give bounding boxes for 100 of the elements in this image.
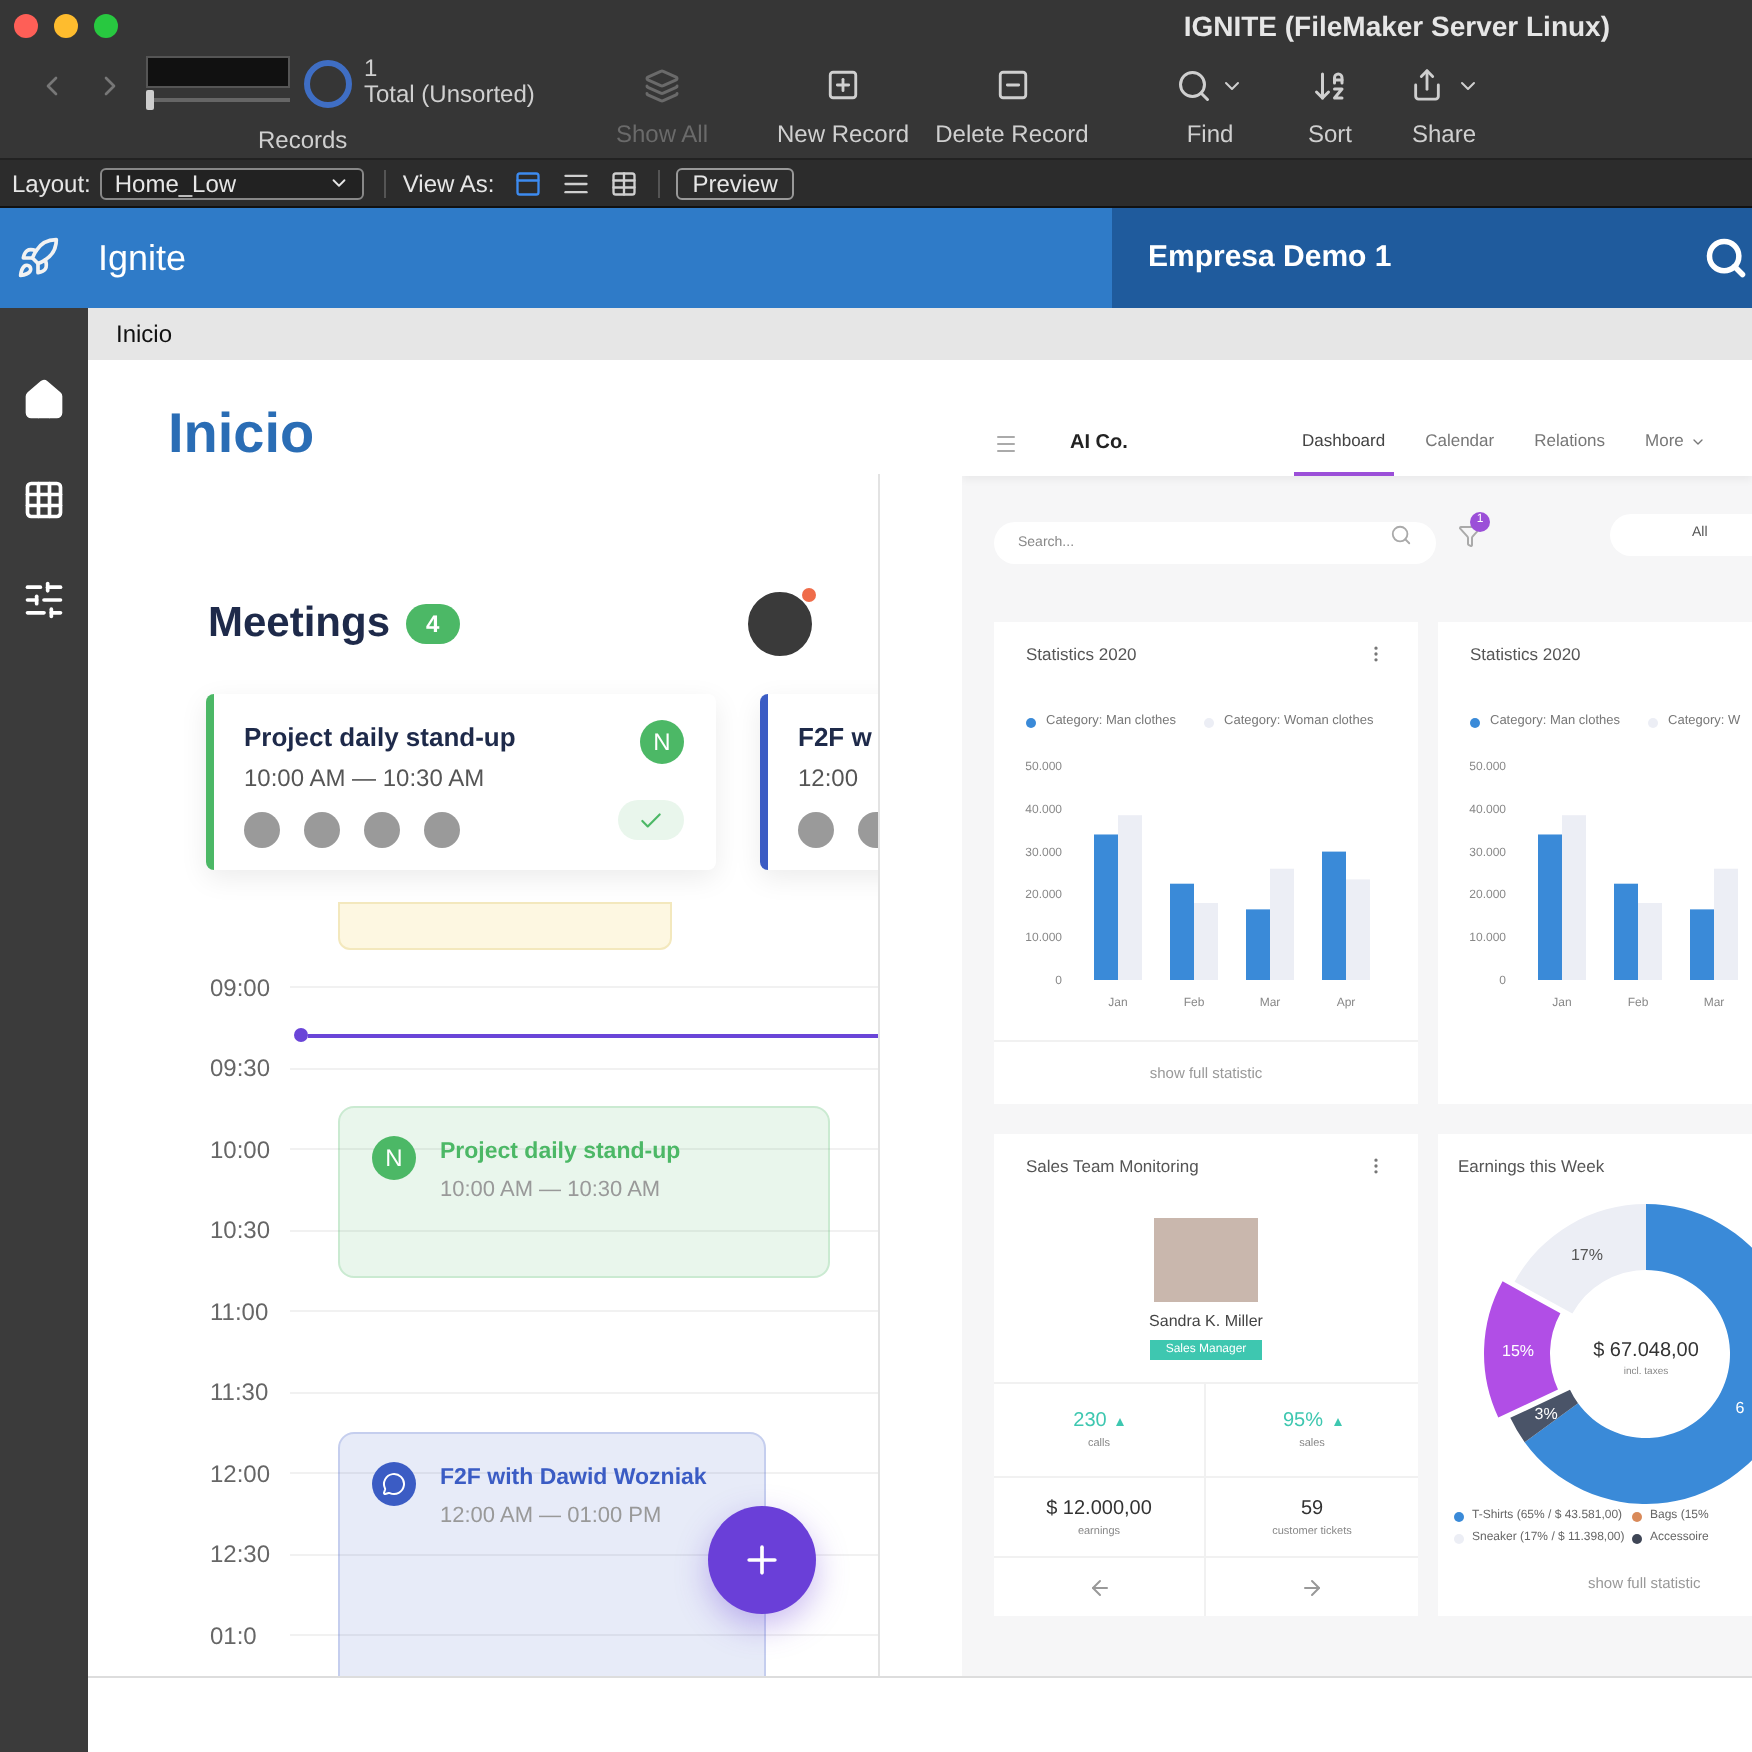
- hour-label: 11:30: [208, 1376, 271, 1411]
- up-triangle-icon: [1116, 1417, 1125, 1426]
- stat-value: 59: [1300, 1495, 1324, 1524]
- hour-label: 01:0: [208, 1619, 259, 1654]
- plus-square-icon: [826, 68, 860, 102]
- toolbar-button[interactable]: Find: [1130, 52, 1290, 158]
- bar: [1170, 883, 1194, 980]
- count-badge: 4: [406, 604, 460, 644]
- meeting-title: Project daily stand-up: [244, 720, 516, 756]
- card-title: Statistics 2020: [1026, 641, 1137, 667]
- window-title: IGNITE (FileMaker Server Linux): [1183, 7, 1610, 46]
- event-title: Project daily stand-up: [440, 1137, 681, 1167]
- grid-icon[interactable]: [22, 478, 66, 522]
- search-icon[interactable]: [1704, 236, 1748, 280]
- attendee-avatar: [364, 811, 400, 847]
- share-icon: [1409, 68, 1443, 102]
- hour-label: 11:00: [208, 1295, 271, 1330]
- layers-icon: [644, 68, 680, 104]
- slice-label: 17%: [1570, 1246, 1603, 1265]
- attendee-avatar: [424, 811, 460, 847]
- layout-dropdown[interactable]: Home_Low: [100, 167, 365, 199]
- slice-label: 15%: [1502, 1342, 1535, 1360]
- view-as-label: View As:: [402, 167, 495, 201]
- slice-label: 6: [1735, 1398, 1745, 1417]
- nav-tab[interactable]: Relations: [1526, 410, 1614, 476]
- nav-tab[interactable]: More: [1637, 410, 1714, 476]
- toolbar-button[interactable]: New Record: [752, 52, 934, 158]
- stat-value: 95%: [1282, 1408, 1323, 1437]
- person-name: Sandra K. Miller: [1149, 1310, 1263, 1334]
- brand-name: AI Co.: [1070, 430, 1130, 458]
- card-title: Statistics 2020: [1470, 641, 1581, 667]
- event-time: 12:00 AM — 01:00 PM: [440, 1501, 664, 1532]
- meeting-card[interactable]: F2F w 12:00: [760, 694, 878, 869]
- slice-label: 3%: [1534, 1405, 1558, 1424]
- sort-icon: [1312, 68, 1348, 104]
- search-icon: [1176, 68, 1212, 104]
- total-amount: $ 67.048,00: [1593, 1340, 1699, 1362]
- app-name: Ignite: [98, 235, 187, 282]
- minus-square-icon: [995, 68, 1029, 102]
- card-title: Earnings this Week: [1458, 1153, 1605, 1179]
- event-title: F2F with Dawid Wozniak: [440, 1463, 707, 1493]
- filter-icon[interactable]: [1458, 523, 1482, 547]
- hour-label: 10:00: [208, 1133, 273, 1168]
- hour-label: 09:00: [208, 971, 273, 1006]
- bar: [1346, 879, 1370, 980]
- toolbar-label: Records: [258, 124, 350, 158]
- company-name: Empresa Demo 1: [1148, 237, 1392, 278]
- event-time: 10:00 AM — 10:30 AM: [440, 1175, 663, 1206]
- hour-label: 09:30: [208, 1052, 273, 1087]
- rocket-icon: [16, 236, 60, 280]
- table-view-icon[interactable]: [610, 169, 639, 197]
- home-icon[interactable]: [22, 378, 66, 422]
- stat-value: 230: [1073, 1408, 1107, 1437]
- record-number-field[interactable]: [146, 56, 290, 88]
- add-button[interactable]: [708, 1505, 816, 1613]
- form-view-icon[interactable]: [514, 169, 543, 197]
- bar: [1322, 851, 1346, 980]
- page-title: Inicio: [168, 400, 317, 468]
- initial-badge: N: [372, 1135, 416, 1179]
- window-control[interactable]: [54, 14, 78, 38]
- meeting-time: 12:00: [798, 761, 861, 795]
- photo-placeholder: [1154, 1218, 1258, 1302]
- preview-button[interactable]: Preview: [676, 167, 794, 199]
- arrow-left-icon[interactable]: [1087, 1575, 1111, 1599]
- chat-icon: [372, 1461, 416, 1505]
- bar: [1194, 902, 1218, 980]
- up-triangle-icon: [1333, 1417, 1341, 1426]
- window-control[interactable]: [94, 14, 118, 38]
- hour-label: 10:30: [208, 1214, 273, 1249]
- menu-icon[interactable]: [994, 431, 1018, 455]
- window-control[interactable]: [14, 14, 38, 38]
- stat-value: $ 12.000,00: [1046, 1495, 1152, 1524]
- sliders-icon[interactable]: [22, 578, 66, 622]
- nav-tab[interactable]: Calendar: [1417, 410, 1503, 476]
- record-total: Total (Unsorted): [364, 82, 535, 108]
- nav-tab[interactable]: Dashboard: [1294, 410, 1394, 476]
- record-count: 1: [364, 56, 380, 82]
- attendee-avatar: [798, 811, 834, 847]
- bar: [1638, 902, 1662, 980]
- check-icon: [638, 807, 664, 833]
- breadcrumb: Inicio: [116, 318, 173, 352]
- toolbar-button[interactable]: Sort: [1290, 52, 1370, 158]
- card-title: Sales Team Monitoring: [1026, 1153, 1199, 1179]
- attendee-avatar: [244, 811, 280, 847]
- hour-label: 12:30: [208, 1538, 273, 1573]
- search-icon: [1390, 524, 1412, 546]
- toolbar-button[interactable]: Delete Record: [934, 52, 1090, 158]
- section-title: Meetings: [208, 598, 391, 651]
- found-set-pie-icon: [304, 60, 352, 108]
- meeting-title: F2F w: [798, 720, 874, 756]
- list-view-icon[interactable]: [562, 169, 591, 197]
- meeting-card[interactable]: Project daily stand-up 10:00 AM — 10:30 AM N: [206, 694, 716, 869]
- toolbar-button[interactable]: Share: [1370, 52, 1518, 158]
- hour-label: 12:00: [208, 1457, 273, 1492]
- attendee-avatar: [304, 811, 340, 847]
- bar: [1614, 883, 1638, 980]
- initial-badge: N: [640, 720, 684, 764]
- arrow-right-icon[interactable]: [1300, 1575, 1324, 1599]
- layout-label: Layout:: [12, 167, 91, 201]
- slider-thumb[interactable]: [146, 90, 154, 110]
